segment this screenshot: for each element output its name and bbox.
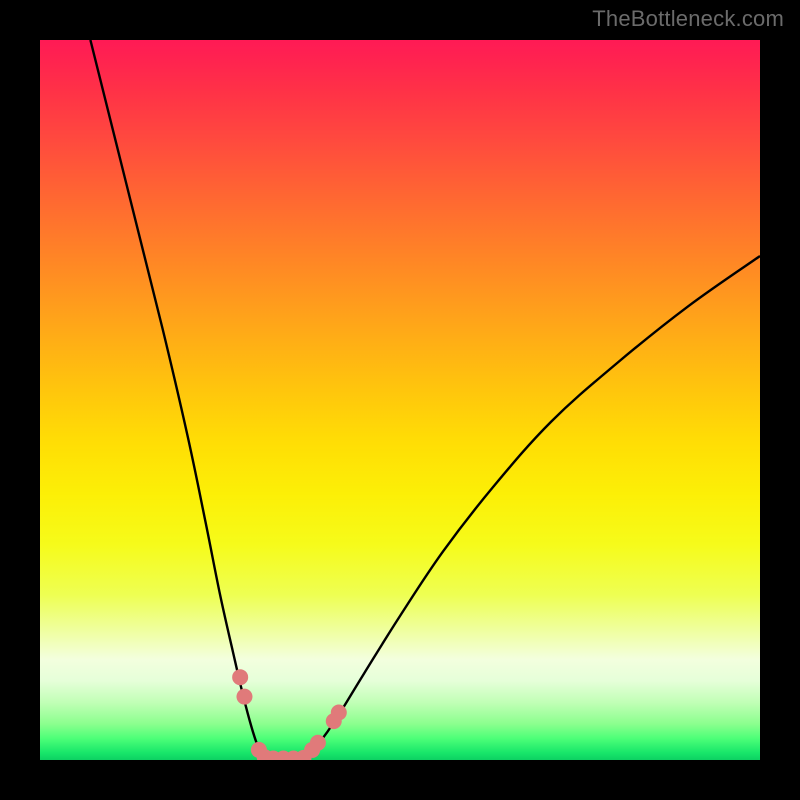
- curve-right-branch: [305, 256, 760, 760]
- markers-group: [232, 669, 347, 760]
- chart-frame: TheBottleneck.com: [0, 0, 800, 800]
- data-marker: [310, 735, 326, 751]
- plot-area: [40, 40, 760, 760]
- curve-left-branch: [90, 40, 264, 760]
- plot-svg: [40, 40, 760, 760]
- data-marker: [331, 704, 347, 720]
- data-marker: [236, 689, 252, 705]
- watermark-text: TheBottleneck.com: [592, 6, 784, 32]
- data-marker: [232, 669, 248, 685]
